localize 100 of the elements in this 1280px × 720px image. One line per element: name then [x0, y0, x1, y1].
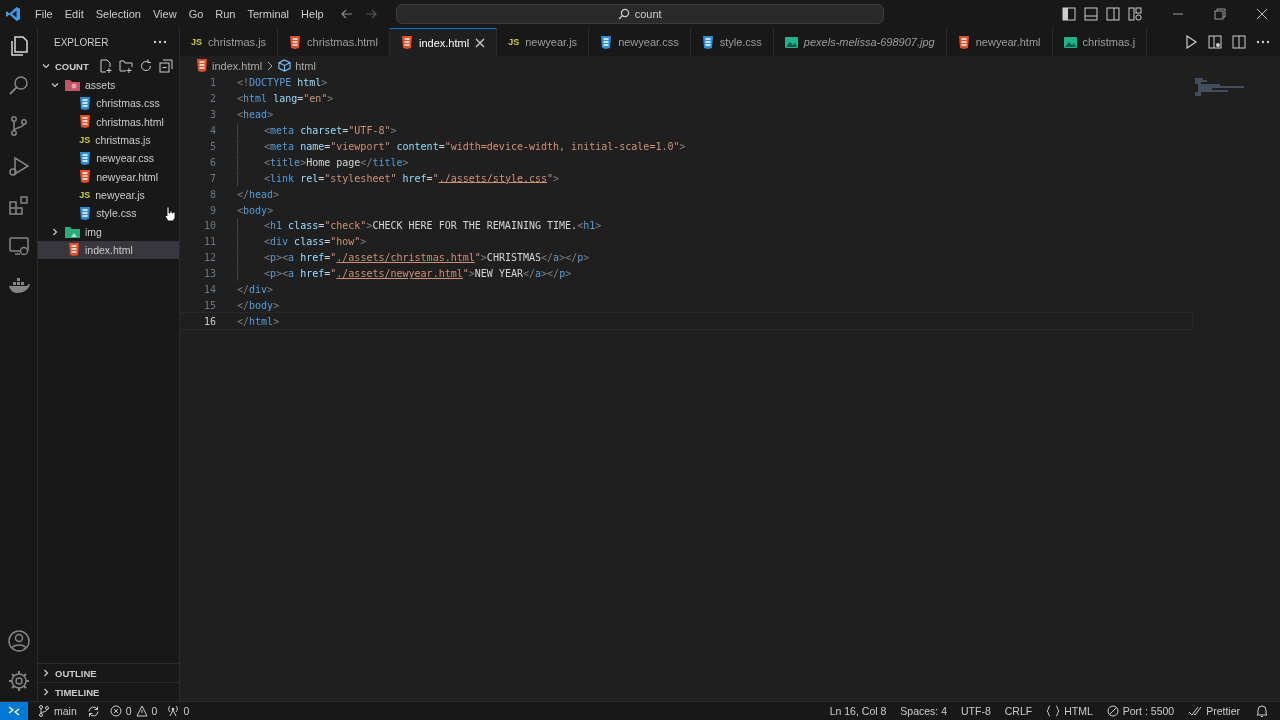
html-file-icon: [79, 115, 92, 129]
remote-explorer-icon[interactable]: [6, 234, 31, 258]
status-item[interactable]: Port : 5500: [1106, 705, 1175, 717]
status-item[interactable]: HTML: [1046, 705, 1093, 717]
editor-tab[interactable]: christmas.j: [1052, 28, 1148, 56]
double-check-icon: [1188, 705, 1203, 717]
close-icon[interactable]: [475, 37, 486, 48]
extensions-icon[interactable]: [6, 194, 31, 218]
line-number: 6: [208, 156, 216, 168]
line-number: 11: [202, 236, 216, 248]
line-number: 5: [208, 141, 216, 152]
remote-icon[interactable]: [0, 702, 28, 720]
status-item[interactable]: UTF-8: [961, 705, 991, 717]
status-item[interactable]: Ln 16, Col 8: [829, 705, 887, 717]
more-actions-icon[interactable]: [1256, 40, 1270, 44]
problems-status[interactable]: 0 0: [109, 705, 158, 717]
file-tree-item[interactable]: img: [38, 222, 179, 241]
menu-item[interactable]: Go: [182, 8, 210, 20]
sidebar-title: EXPLORER: [54, 36, 109, 48]
close-icon[interactable]: [1256, 8, 1268, 20]
ports-status[interactable]: 0: [167, 705, 190, 717]
menu-item[interactable]: Edit: [58, 8, 90, 20]
status-item[interactable]: Prettier: [1188, 705, 1240, 717]
editor-tab[interactable]: newyear.html: [946, 28, 1053, 56]
sidebar-section-header[interactable]: OUTLINE: [38, 663, 179, 682]
file-tree-item[interactable]: style.css: [38, 204, 179, 223]
toggle-sidebar-icon[interactable]: [1062, 7, 1076, 21]
css-file-icon: [79, 151, 92, 165]
new-file-icon[interactable]: [99, 59, 113, 73]
code-line: </html>: [237, 315, 280, 327]
chevron-icon[interactable]: [41, 61, 51, 71]
menu-item[interactable]: Help: [295, 8, 330, 20]
file-tree-item[interactable]: christmas.html: [38, 112, 179, 131]
account-icon[interactable]: [6, 629, 31, 653]
code-editor-logo-icon: [5, 6, 21, 22]
restore-icon[interactable]: [1214, 8, 1226, 20]
editor-tab[interactable]: index.html: [390, 28, 498, 56]
line-number: 9: [208, 204, 216, 216]
html-file-icon: [957, 35, 970, 49]
chevron-icon[interactable]: [50, 226, 60, 237]
menu-item[interactable]: Terminal: [241, 8, 296, 20]
line-number: 12: [202, 252, 216, 264]
antenna-icon: [167, 705, 180, 717]
line-number: 14: [202, 284, 216, 295]
file-tree-item[interactable]: newyear.html: [38, 167, 179, 186]
css-file-icon: [79, 206, 92, 220]
line-number: 7: [208, 172, 216, 184]
line-number: 10: [202, 220, 216, 232]
menu-item[interactable]: Selection: [89, 8, 147, 20]
toggle-panel-icon[interactable]: [1084, 7, 1098, 21]
line-number: 3: [208, 109, 216, 121]
code-line: <link rel="stylesheet" href="./assets/style.css">: [237, 170, 560, 186]
menu-item[interactable]: View: [146, 8, 183, 20]
hand-cursor-icon: [164, 206, 176, 222]
code-line: <html lang="en">: [237, 93, 334, 105]
file-tree-item[interactable]: christmas.css: [38, 94, 179, 113]
javascript-file-icon: JS: [508, 37, 520, 47]
status-item[interactable]: CRLF: [1004, 705, 1033, 717]
file-tree-item[interactable]: index.html: [38, 240, 179, 259]
sync-icon[interactable]: [86, 704, 100, 718]
run-icon[interactable]: [1184, 35, 1198, 49]
css-file-icon: [701, 35, 714, 49]
notifications-icon[interactable]: [1256, 704, 1268, 718]
javascript-file-icon: JS: [79, 189, 91, 200]
run-and-debug-icon[interactable]: [6, 154, 31, 178]
git-branch-status[interactable]: main: [38, 705, 77, 717]
code-line: <h1 class="check">CHECK HERE FOR THE REMAINING TIME.<h1>: [237, 218, 602, 234]
editor-tab[interactable]: JS christmas.js: [180, 28, 279, 56]
editor-tab[interactable]: pexels-melissa-698907.jpg: [773, 28, 947, 56]
line-number: 2: [208, 93, 216, 105]
file-tree-item[interactable]: newyear.css: [38, 149, 179, 168]
file-tree-item[interactable]: JS newyear.js: [38, 185, 179, 205]
command-center-search-field[interactable]: count: [395, 4, 884, 24]
status-item[interactable]: Spaces: 4: [900, 705, 947, 717]
collapse-all-icon[interactable]: [159, 59, 173, 73]
breadcrumb-item[interactable]: html: [278, 59, 316, 72]
editor-tab[interactable]: christmas.html: [278, 28, 390, 56]
open-preview-icon[interactable]: [1208, 35, 1222, 49]
breadcrumb-item[interactable]: index.html: [196, 59, 263, 72]
customize-layout-icon[interactable]: [1128, 7, 1142, 21]
refresh-icon[interactable]: [139, 59, 153, 73]
blocked-icon: [1106, 705, 1119, 717]
editor-tab[interactable]: JS newyear.js: [497, 28, 590, 56]
menu-item[interactable]: Run: [209, 8, 242, 20]
html-file-icon: [68, 243, 80, 257]
settings-icon[interactable]: [6, 669, 31, 693]
editor-tab[interactable]: newyear.css: [589, 28, 691, 56]
split-editor-icon[interactable]: [1232, 35, 1246, 49]
file-tree-item[interactable]: JS christmas.js: [38, 130, 179, 150]
error-icon: [109, 705, 122, 717]
code-line: </div>: [237, 284, 274, 295]
toggle-secondary-sidebar-icon[interactable]: [1106, 7, 1120, 21]
line-number: 13: [202, 268, 216, 280]
new-folder-icon[interactable]: [119, 59, 133, 73]
folder-header[interactable]: COUNT: [38, 56, 179, 76]
menu-item[interactable]: File: [29, 8, 59, 20]
editor-tab[interactable]: style.css: [690, 28, 774, 56]
back-arrow-icon[interactable]: [339, 7, 354, 21]
more-actions-icon[interactable]: [153, 40, 167, 44]
file-tree-item[interactable]: assets: [38, 76, 179, 95]
